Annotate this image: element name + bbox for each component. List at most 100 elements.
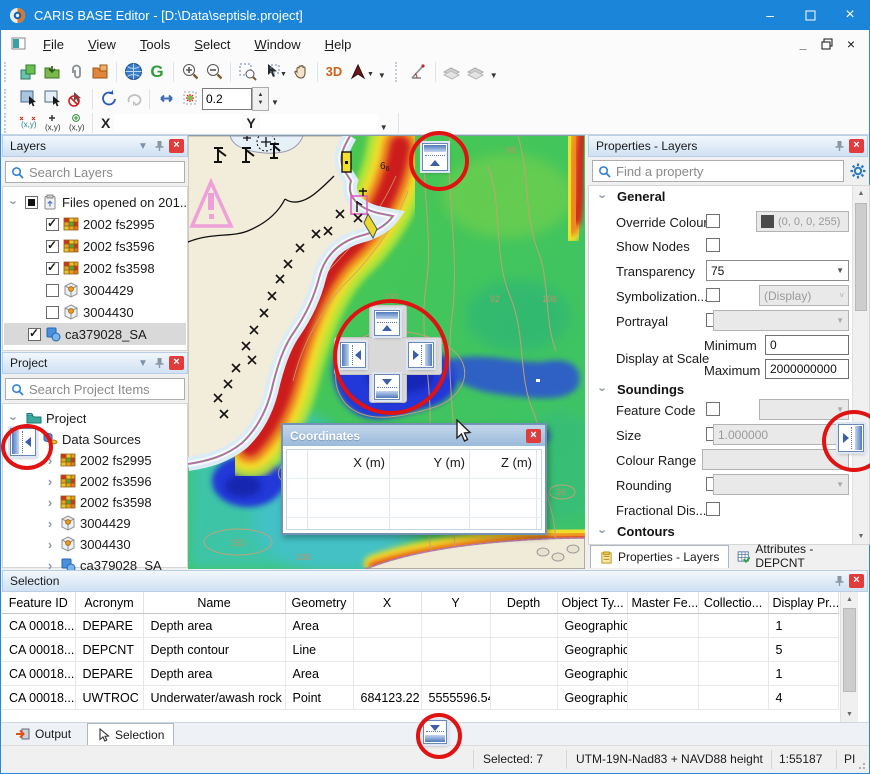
table-cell[interactable]: Line [285,638,353,662]
minimize-button[interactable]: – [750,0,790,30]
table-cell[interactable] [421,614,490,638]
chevron-down-icon[interactable]: ▼ [135,355,151,371]
table-cell[interactable] [627,662,698,686]
checkbox-checked[interactable] [46,218,59,231]
tab-properties-layers[interactable]: Properties - Layers [590,545,729,568]
section-general[interactable]: ›General [597,189,665,204]
table-cell[interactable]: UWTROC [75,686,143,710]
checkbox-checked[interactable] [28,328,41,341]
select-tool-dropdown[interactable]: ▼ [280,71,287,78]
tab-selection[interactable]: Selection [87,723,174,746]
fractional-display-checkbox[interactable] [706,502,720,516]
table-cell[interactable] [698,662,768,686]
properties-panel-close-button[interactable]: × [849,139,864,153]
table-cell[interactable]: 1 [768,614,838,638]
properties-panel-header[interactable]: Properties - Layers × [588,135,868,157]
table-cell[interactable] [698,686,768,710]
toolbar-overflow[interactable]: ▼ [490,71,498,80]
pin-icon[interactable] [151,138,167,154]
toolbar-overflow[interactable]: ▼ [380,123,388,132]
section-soundings[interactable]: ›Soundings [597,382,684,397]
table-cell[interactable]: Area [285,614,353,638]
select-by-lasso-button[interactable] [40,87,64,111]
section-contours[interactable]: ›Contours [597,524,675,539]
table-row[interactable]: CA 00018...DEPCNTDepth contourLineGeogra… [2,638,838,662]
table-cell[interactable]: CA 00018... [2,638,75,662]
mdi-document-icon[interactable] [11,37,27,51]
dock-top-edge-button[interactable] [422,143,448,171]
toolbar-grip[interactable] [4,113,11,133]
column-header-master-feature[interactable]: Master Fe... [627,592,698,614]
zoom-to-area-button[interactable] [235,60,259,84]
column-header-feature-id[interactable]: ˆFeature ID [2,592,75,614]
table-cell[interactable]: Underwater/awash rock [143,686,285,710]
refresh-selection-button[interactable] [97,87,121,111]
menu-view[interactable]: View [79,33,125,56]
checkbox-checked[interactable] [46,262,59,275]
layer-item-selected[interactable]: ca379028_SA [4,323,186,345]
project-panel-close-button[interactable]: × [169,356,184,370]
feature-code-checkbox[interactable] [706,402,720,416]
chevron-collapsed-icon[interactable]: › [44,516,56,531]
attach-file-button[interactable] [64,60,88,84]
column-header-collection[interactable]: Collectio... [698,592,768,614]
properties-search-box[interactable] [592,160,844,182]
table-cell[interactable] [490,638,557,662]
snap-radius-input[interactable]: 0.2 [202,88,252,110]
tab-output[interactable]: Output [6,723,80,745]
resize-grip[interactable] [856,760,866,770]
y-coordinate-field[interactable] [260,114,378,132]
coordinates-title-bar[interactable]: Coordinates × [283,425,545,446]
x-coordinate-field[interactable] [114,114,242,132]
scroll-down-arrow[interactable]: ▼ [842,707,857,722]
table-cell[interactable]: Point [285,686,353,710]
table-cell[interactable] [627,614,698,638]
table-cell[interactable]: 684123.22 [353,686,421,710]
scroll-up-arrow[interactable]: ▲ [854,186,868,201]
table-cell[interactable]: 4 [768,686,838,710]
zoom-out-button[interactable] [202,60,226,84]
checkbox-partial[interactable] [25,196,38,209]
menu-window[interactable]: Window [245,33,309,56]
layer-item[interactable]: 3004430 [4,301,186,323]
project-search-box[interactable] [5,378,185,400]
google-earth-button[interactable]: G [145,60,169,84]
properties-scrollbar[interactable]: ▲ ▼ [852,186,869,544]
override-colour-checkbox[interactable] [706,214,720,228]
minimum-input[interactable]: 0 [765,335,849,355]
column-header-name[interactable]: Name [143,592,285,614]
scrollbar-thumb[interactable] [855,203,867,311]
layer-item[interactable]: 2002 fs3598 [4,257,186,279]
table-cell[interactable]: DEPARE [75,662,143,686]
project-item[interactable]: › 3004429 [4,512,186,534]
chevron-collapsed-icon[interactable]: › [44,495,56,510]
table-cell[interactable] [490,614,557,638]
table-cell[interactable]: Depth area [143,662,285,686]
chevron-collapsed-icon[interactable]: › [44,537,56,552]
table-cell[interactable]: CA 00018... [2,686,75,710]
table-cell[interactable]: Geographic [557,614,627,638]
layers-panel-close-button[interactable]: × [169,139,184,153]
project-item[interactable]: › 3004430 [4,533,186,555]
checkbox-unchecked[interactable] [46,284,59,297]
menu-help[interactable]: Help [316,33,361,56]
symbolization-checkbox[interactable] [706,288,720,302]
column-header-x[interactable]: X [353,592,421,614]
selection-scrollbar[interactable]: ▲ ▼ [840,592,858,722]
pin-icon[interactable] [151,355,167,371]
column-header-depth[interactable]: Depth [490,592,557,614]
column-header-geometry[interactable]: Geometry [285,592,353,614]
zoom-in-button[interactable] [178,60,202,84]
gear-icon[interactable] [849,162,867,180]
toolbar-overflow[interactable]: ▼ [378,71,386,80]
coordinates-window[interactable]: Coordinates × X (m) Y (m) Z (m) [281,423,547,535]
pin-icon[interactable] [831,138,847,154]
table-cell[interactable] [627,686,698,710]
maximum-input[interactable]: 2000000000 [765,359,849,379]
dock-right-button[interactable] [408,342,434,368]
layers-panel-header[interactable]: Layers ▼ × [2,135,188,157]
chevron-expand-icon[interactable]: › [7,196,22,208]
dock-right-edge-button[interactable] [838,424,864,452]
layer-item[interactable]: 2002 fs2995 [4,213,186,235]
pin-icon[interactable] [831,573,847,589]
